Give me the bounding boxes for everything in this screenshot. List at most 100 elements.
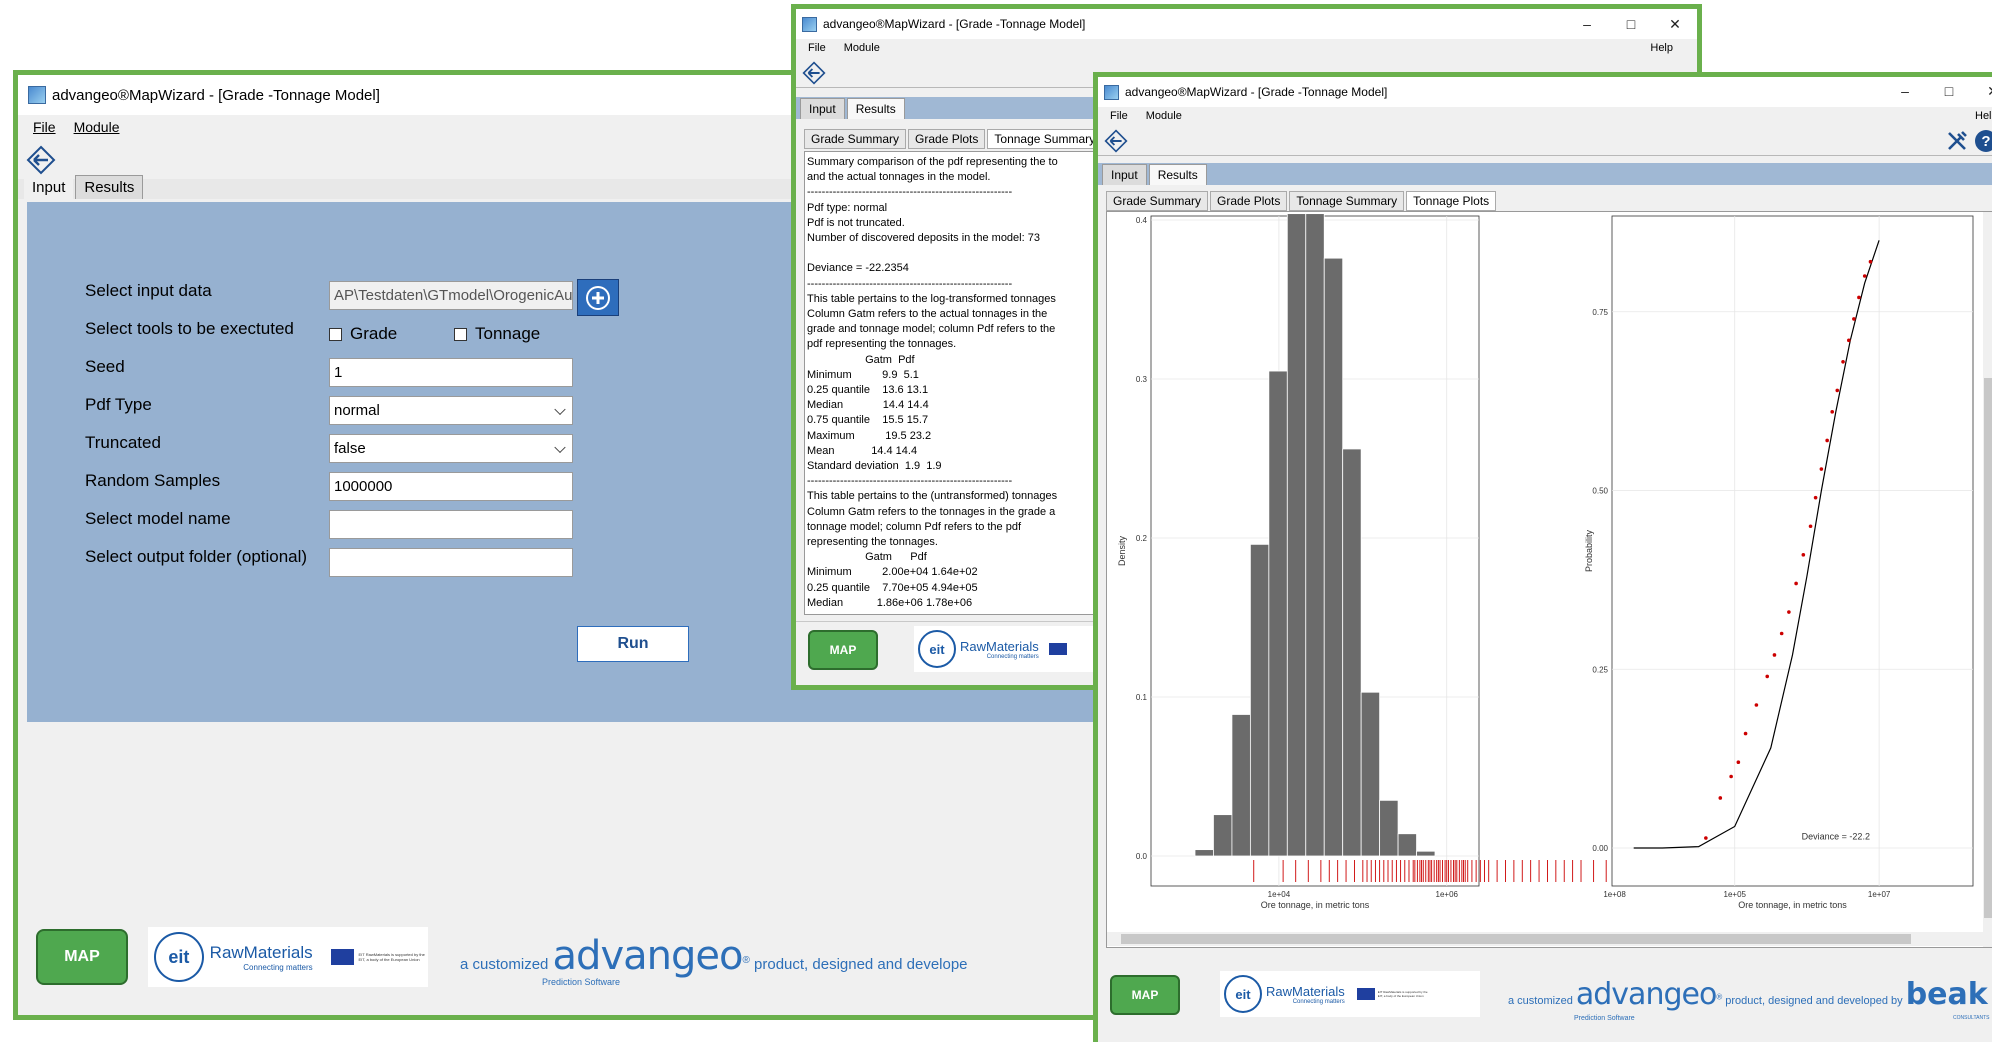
svg-text:?: ? <box>1981 133 1990 150</box>
histogram-bar <box>1397 833 1417 857</box>
eit-logo: eit <box>1224 975 1262 1013</box>
summary-line: Maximum 19.5 23.2 <box>807 429 932 442</box>
output-folder-input[interactable] <box>329 548 573 577</box>
cdf-y-tick-label: 0.25 <box>1592 665 1608 674</box>
menu-bar: File Module Help <box>1098 107 1992 125</box>
seed-input[interactable]: 1 <box>329 358 573 387</box>
tab-results[interactable]: Results <box>75 175 144 199</box>
input-data-field[interactable]: AP\Testdaten\GTmodel\OrogenicAuGT.csv <box>329 281 573 310</box>
tonnage-checkbox[interactable]: Tonnage <box>454 324 540 344</box>
cdf-panel <box>1611 215 1974 887</box>
subtab-strip: Grade Summary Grade Plots Tonnage Summary T… <box>1106 191 1498 211</box>
maximize-icon[interactable]: □ <box>1927 83 1971 100</box>
tools-icon[interactable] <box>1946 130 1968 152</box>
summary-line: representing the tonnages. <box>807 536 938 549</box>
menu-module[interactable]: Module <box>74 119 120 135</box>
deposit-point <box>1847 338 1851 343</box>
subtab-grade-plots[interactable]: Grade Plots <box>908 129 986 149</box>
tonnage-checkbox-box[interactable] <box>454 328 467 342</box>
tab-input[interactable]: Input <box>24 176 74 199</box>
tab-input[interactable]: Input <box>800 98 845 119</box>
footer: MAP eit RawMaterials Connecting matters … <box>1098 959 1992 1029</box>
histogram-x-axis-label: Ore tonnage, in metric tons <box>1261 900 1370 910</box>
tagline-pre: a customized <box>1508 995 1573 1007</box>
minimize-icon[interactable]: – <box>1883 83 1927 100</box>
tab-results[interactable]: Results <box>1148 164 1207 185</box>
scrollbar-thumb[interactable] <box>1121 934 1911 944</box>
help-icon[interactable]: ? <box>1974 129 1992 153</box>
model-name-input[interactable] <box>329 510 573 539</box>
truncated-select[interactable]: false <box>329 434 573 463</box>
consultants-text: CONSULTANTS <box>1953 1015 1990 1021</box>
scrollbar-thumb[interactable] <box>1984 378 1992 918</box>
menu-module[interactable]: Module <box>1146 110 1182 122</box>
title-bar[interactable]: advangeo®MapWizard - [Grade -Tonnage Mod… <box>1098 77 1992 107</box>
subtab-grade-plots[interactable]: Grade Plots <box>1210 191 1288 211</box>
grade-checkbox-box[interactable] <box>329 328 342 342</box>
connecting-text: Connecting matters <box>986 653 1039 660</box>
deposit-point <box>1794 581 1798 586</box>
maximize-icon[interactable]: □ <box>1609 16 1653 33</box>
back-icon[interactable] <box>1104 129 1128 153</box>
subtab-grade-summary[interactable]: Grade Summary <box>804 129 907 149</box>
minimize-icon[interactable]: – <box>1565 16 1609 33</box>
tonnage-summary-text: Summary comparison of the pdf representi… <box>807 155 1101 611</box>
menu-file[interactable]: File <box>33 119 56 135</box>
eu-note: EIT RawMaterials is supported by the EIT… <box>1377 990 1428 998</box>
deposit-point <box>1857 295 1861 300</box>
histogram-bar <box>1305 213 1325 857</box>
input-data-label: Select input data <box>85 281 212 300</box>
browse-button[interactable] <box>577 279 619 316</box>
deposit-point <box>1743 731 1748 736</box>
advangeo-tagline: a customized advangeo® product, designed… <box>1508 977 1990 1022</box>
summary-line: ----------------------------------------… <box>807 186 1013 199</box>
summary-line <box>807 246 1101 261</box>
menu-help[interactable]: Help <box>1650 42 1673 54</box>
app-icon <box>1104 84 1119 100</box>
tab-input[interactable]: Input <box>1102 164 1147 185</box>
histogram-bar <box>1249 543 1270 857</box>
close-icon[interactable]: ✕ <box>1653 16 1697 33</box>
prediction-software-text: Prediction Software <box>1574 1015 1635 1022</box>
back-icon[interactable] <box>26 145 56 175</box>
back-icon[interactable] <box>802 61 826 85</box>
histogram-bar <box>1360 691 1381 857</box>
summary-text-box[interactable]: Summary comparison of the pdf representi… <box>804 151 1104 615</box>
subtab-tonnage-plots[interactable]: Tonnage Plots <box>1406 191 1497 211</box>
menu-help[interactable]: Help <box>1975 110 1992 122</box>
run-button[interactable]: Run <box>577 626 689 662</box>
histogram-bar <box>1342 448 1362 857</box>
vertical-scrollbar[interactable] <box>1983 212 1992 947</box>
eu-flag <box>330 949 355 965</box>
truncated-value: false <box>334 440 366 457</box>
title-bar[interactable]: advangeo®MapWizard - [Grade -Tonnage Mod… <box>796 9 1697 39</box>
results-panel: Grade Summary Grade Plots Tonnage Summary … <box>804 125 1104 620</box>
summary-line: Gatm Pdf <box>807 353 915 366</box>
pdf-type-select[interactable]: normal <box>329 396 573 425</box>
deposit-point <box>1765 674 1770 679</box>
tagline-post: product, designed and developed by <box>1725 995 1903 1007</box>
subtab-grade-summary[interactable]: Grade Summary <box>1106 191 1209 211</box>
cdf-x-tick-label: 1e+07 <box>1868 890 1891 899</box>
subtab-tonnage-summary[interactable]: Tonnage Summary <box>1289 191 1405 211</box>
tagline-pre: a customized <box>460 956 549 973</box>
output-folder-label: Select output folder (optional) <box>85 547 308 566</box>
grade-checkbox[interactable]: Grade <box>329 324 397 344</box>
seed-value: 1 <box>334 364 343 381</box>
tab-results[interactable]: Results <box>846 98 905 119</box>
map-logo: MAP <box>1110 975 1180 1015</box>
menu-file[interactable]: File <box>1110 110 1128 122</box>
summary-line: 0.75 quantile 15.5 15.7 <box>807 414 929 427</box>
deposit-point <box>1819 467 1824 471</box>
app-icon <box>28 86 46 104</box>
menu-file[interactable]: File <box>808 42 826 54</box>
menu-module[interactable]: Module <box>844 42 880 54</box>
advangeo-tagline: a customized advangeo® product, designed… <box>460 933 968 987</box>
close-icon[interactable]: ✕ <box>1971 83 1992 100</box>
horizontal-scrollbar[interactable] <box>1107 932 1983 946</box>
pdf-type-value: normal <box>334 402 380 419</box>
random-samples-input[interactable]: 1000000 <box>329 472 573 501</box>
window-title: advangeo®MapWizard - [Grade -Tonnage Mod… <box>823 17 1086 31</box>
deposit-point <box>1704 836 1708 840</box>
subtab-tonnage-summary[interactable]: Tonnage Summary <box>987 129 1103 149</box>
